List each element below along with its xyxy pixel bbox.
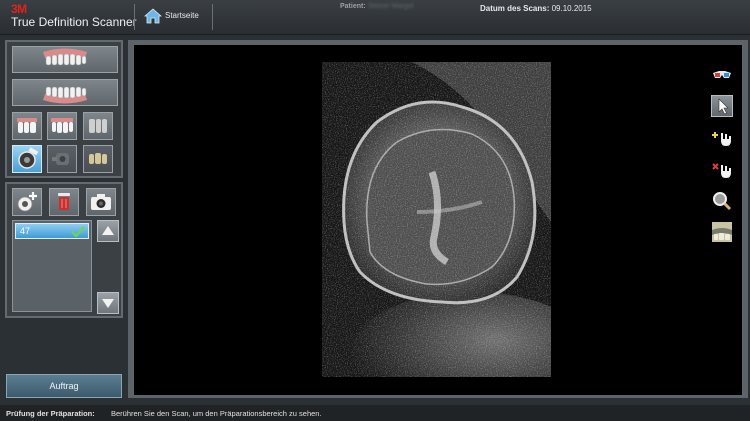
header-divider (134, 4, 135, 30)
scan-viewport[interactable] (134, 45, 742, 395)
preparation-teeth-icon (89, 153, 107, 164)
tooth-scan-render (322, 62, 551, 377)
left-teeth-icon (17, 118, 37, 133)
brand-logo: 3M (11, 2, 27, 16)
lower-arch-icon (43, 86, 87, 104)
check-icon (71, 226, 85, 237)
scan-date: Datum des Scans: 09.10.2015 (480, 4, 592, 13)
scroll-down-button[interactable] (97, 292, 119, 314)
magnifier-icon (713, 192, 732, 211)
bite-scan-button[interactable] (47, 145, 77, 173)
list-item-label: 47 (20, 226, 31, 236)
right-teeth-view-button[interactable] (83, 112, 113, 140)
select-tool-button[interactable] (711, 95, 733, 117)
front-teeth-view-button[interactable] (47, 112, 77, 140)
app-title: True Definition Scanner (11, 15, 137, 29)
scroll-up-button[interactable] (97, 220, 119, 242)
remove-hand-icon (712, 163, 731, 178)
scan-mode-icon (18, 147, 39, 169)
add-scan-icon (17, 192, 37, 212)
arrow-up-icon (102, 226, 114, 235)
header-bar: 3M True Definition Scanner Startseite Pa… (0, 0, 750, 35)
scan-thumbnail-button[interactable] (711, 221, 733, 243)
3d-glasses-icon (713, 71, 731, 78)
preparation-view-button[interactable] (83, 145, 113, 173)
add-area-button[interactable] (711, 127, 733, 149)
scan-thumbnail-icon (712, 222, 732, 242)
upper-arch-icon (43, 48, 87, 66)
3d-view-button[interactable] (711, 63, 733, 85)
arrow-down-icon (102, 299, 114, 308)
scan-date-value: 09.10.2015 (551, 4, 592, 13)
status-title: Prüfung der Präparation: (6, 409, 95, 418)
camera-icon (91, 194, 111, 210)
status-message: Berühren Sie den Scan, um den Präparatio… (111, 409, 322, 418)
status-bar: Prüfung der Präparation: Berühren Sie de… (0, 405, 750, 421)
arch-selection-panel (5, 40, 123, 178)
scan-list-panel: 47 (5, 182, 123, 318)
camera-button[interactable] (86, 188, 116, 216)
zoom-button[interactable] (711, 190, 733, 212)
bite-scan-icon (52, 153, 69, 165)
add-scan-button[interactable] (12, 188, 42, 216)
scan-list: 47 (12, 220, 92, 312)
patient-label: Patient: (340, 3, 366, 10)
home-label: Startseite (165, 11, 199, 20)
add-hand-icon (712, 132, 731, 146)
patient-name: Steiner Margot (367, 3, 414, 10)
scan-date-label: Datum des Scans: (480, 4, 550, 13)
home-button[interactable]: Startseite (142, 5, 210, 29)
home-icon (144, 8, 162, 24)
scan-mode-button[interactable] (12, 145, 42, 173)
trash-icon (58, 193, 70, 210)
upper-arch-button[interactable] (12, 46, 118, 73)
remove-area-button[interactable] (711, 159, 733, 181)
patient-info: Patient: Steiner Margot (340, 3, 414, 10)
list-item[interactable]: 47 (15, 223, 89, 239)
left-teeth-view-button[interactable] (12, 112, 42, 140)
order-button[interactable]: Auftrag (6, 374, 122, 398)
right-teeth-icon (89, 119, 107, 133)
lower-arch-button[interactable] (12, 79, 118, 106)
front-teeth-icon (51, 118, 73, 133)
delete-scan-button[interactable] (49, 188, 79, 216)
cursor-icon (718, 98, 729, 115)
header-divider (212, 4, 213, 30)
scan-image[interactable] (322, 62, 551, 377)
